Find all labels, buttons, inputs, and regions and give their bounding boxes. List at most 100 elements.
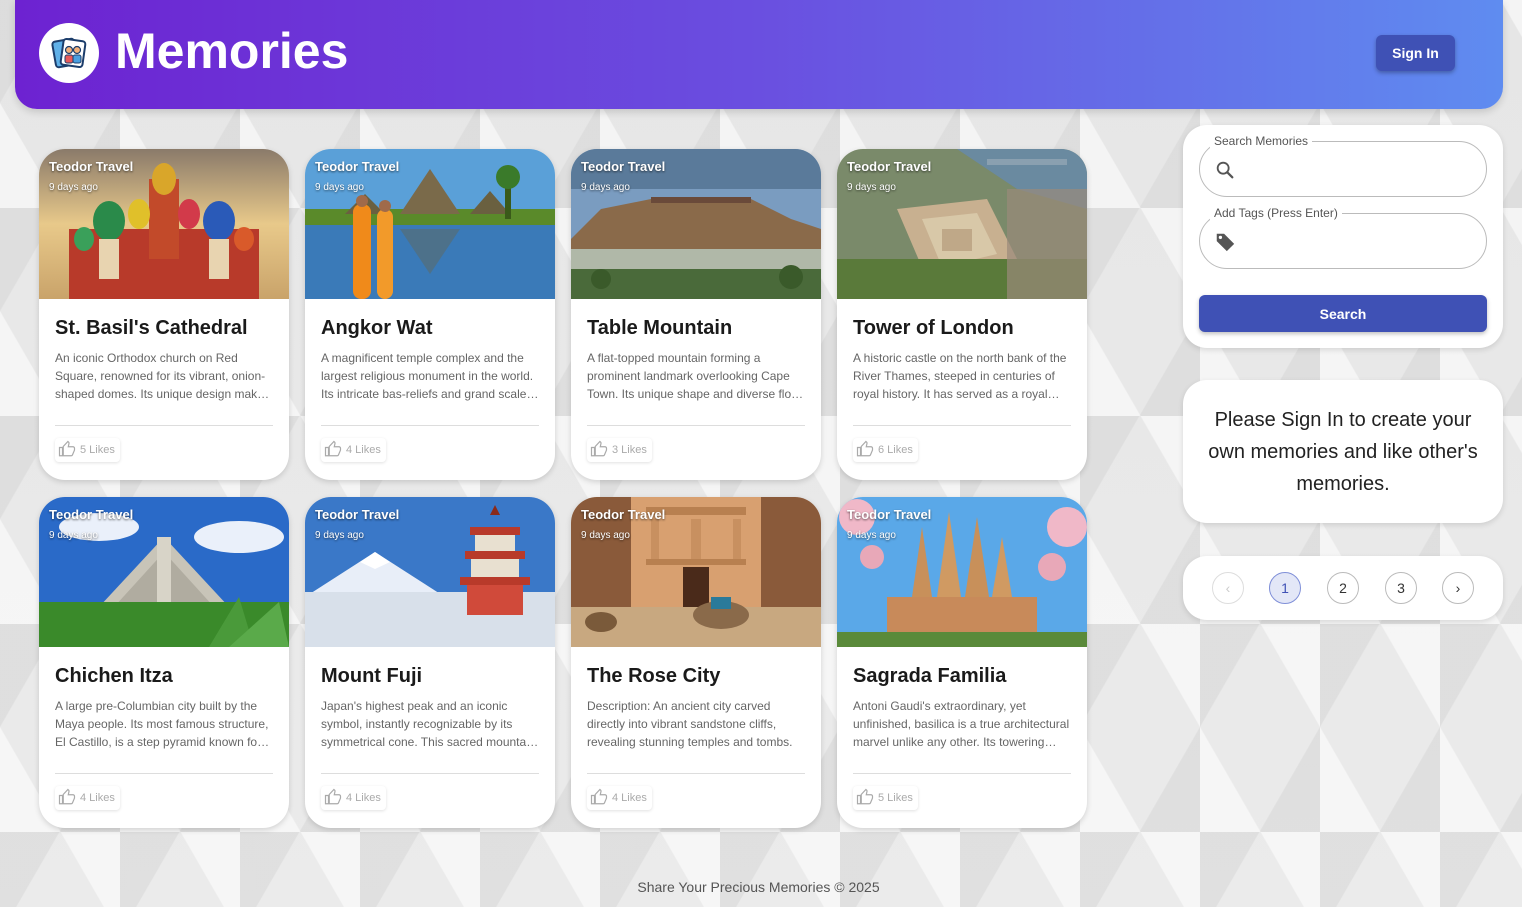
like-button[interactable]: 4 Likes — [321, 438, 386, 462]
divider — [853, 425, 1071, 426]
post-image: Teodor Travel 9 days ago — [39, 497, 289, 647]
like-button[interactable]: 3 Likes — [587, 438, 652, 462]
logo-icon — [39, 23, 99, 83]
brand-title[interactable]: Memories — [115, 22, 348, 80]
post-author: Teodor Travel — [581, 159, 666, 174]
post-time: 9 days ago — [581, 182, 630, 193]
post-description: A historic castle on the north bank of t… — [853, 351, 1067, 401]
post-card[interactable]: Teodor Travel 9 days ago Sagrada Familia… — [837, 497, 1087, 828]
post-time: 9 days ago — [49, 530, 98, 541]
search-label: Search Memories — [1210, 134, 1313, 148]
thumb-up-icon — [58, 788, 76, 809]
like-button[interactable]: 5 Likes — [55, 438, 120, 462]
post-card[interactable]: Teodor Travel 9 days ago Chichen Itza A … — [39, 497, 289, 828]
post-description: Antoni Gaudi's extraordinary, yet unfini… — [853, 699, 1070, 749]
divider — [853, 773, 1071, 774]
post-time: 9 days ago — [847, 530, 896, 541]
divider — [587, 773, 805, 774]
search-panel: Search Memories Add Tags (Press Enter) S… — [1183, 125, 1503, 348]
search-button[interactable]: Search — [1199, 295, 1487, 332]
post-time: 9 days ago — [581, 530, 630, 541]
like-count: 3 Likes — [612, 444, 647, 456]
signin-notice-panel: Please Sign In to create your own memori… — [1183, 380, 1503, 523]
post-card[interactable]: Teodor Travel 9 days ago The Rose City D… — [571, 497, 821, 828]
like-count: 4 Likes — [80, 792, 115, 804]
like-count: 4 Likes — [612, 792, 647, 804]
like-count: 6 Likes — [878, 444, 913, 456]
thumb-up-icon — [590, 788, 608, 809]
divider — [55, 425, 273, 426]
post-author: Teodor Travel — [49, 159, 134, 174]
post-title: St. Basil's Cathedral — [55, 317, 248, 339]
divider — [321, 773, 539, 774]
next-page-button[interactable]: › — [1442, 572, 1474, 604]
like-button[interactable]: 4 Likes — [587, 786, 652, 810]
divider — [321, 425, 539, 426]
page-button-3[interactable]: 3 — [1385, 572, 1417, 604]
post-card[interactable]: Teodor Travel 9 days ago St. Basil's Cat… — [39, 149, 289, 480]
divider — [587, 425, 805, 426]
post-description: Japan's highest peak and an iconic symbo… — [321, 699, 536, 749]
divider — [55, 773, 273, 774]
post-card[interactable]: Teodor Travel 9 days ago Angkor Wat A ma… — [305, 149, 555, 480]
like-button[interactable]: 4 Likes — [321, 786, 386, 810]
like-button[interactable]: 6 Likes — [853, 438, 918, 462]
thumb-up-icon — [324, 788, 342, 809]
post-time: 9 days ago — [49, 182, 98, 193]
post-time: 9 days ago — [315, 182, 364, 193]
post-description: An iconic Orthodox church on Red Square,… — [55, 351, 270, 401]
thumb-up-icon — [590, 440, 608, 461]
post-image: Teodor Travel 9 days ago — [39, 149, 289, 299]
like-button[interactable]: 4 Likes — [55, 786, 120, 810]
app-header: Memories Sign In — [15, 0, 1503, 109]
page-button-2[interactable]: 2 — [1327, 572, 1359, 604]
post-image: Teodor Travel 9 days ago — [571, 497, 821, 647]
post-card[interactable]: Teodor Travel 9 days ago Tower of London… — [837, 149, 1087, 480]
tag-icon — [1214, 231, 1236, 258]
prev-page-button[interactable]: ‹ — [1212, 572, 1244, 604]
post-author: Teodor Travel — [847, 507, 932, 522]
post-author: Teodor Travel — [315, 159, 400, 174]
post-image: Teodor Travel 9 days ago — [305, 149, 555, 299]
like-count: 4 Likes — [346, 444, 381, 456]
search-field[interactable]: Search Memories — [1199, 134, 1487, 197]
post-title: Chichen Itza — [55, 665, 173, 687]
post-title: Angkor Wat — [321, 317, 433, 339]
footer-text: Share Your Precious Memories © 2025 — [637, 879, 880, 895]
page-button-1[interactable]: 1 — [1269, 572, 1301, 604]
like-count: 5 Likes — [878, 792, 913, 804]
post-image: Teodor Travel 9 days ago — [305, 497, 555, 647]
signin-notice: Please Sign In to create your own memori… — [1208, 409, 1478, 495]
post-description: A magnificent temple complex and the lar… — [321, 351, 534, 401]
post-image: Teodor Travel 9 days ago — [837, 149, 1087, 299]
like-count: 4 Likes — [346, 792, 381, 804]
post-author: Teodor Travel — [49, 507, 134, 522]
post-author: Teodor Travel — [581, 507, 666, 522]
sign-in-button[interactable]: Sign In — [1376, 35, 1455, 71]
search-icon — [1214, 159, 1236, 186]
post-title: Mount Fuji — [321, 665, 423, 687]
pagination: ‹ 1 2 3 › — [1183, 556, 1503, 620]
post-author: Teodor Travel — [315, 507, 400, 522]
post-description: A large pre-Columbian city built by the … — [55, 699, 269, 749]
post-title: Table Mountain — [587, 317, 733, 339]
post-description: A flat-topped mountain forming a promine… — [587, 351, 802, 401]
tags-label: Add Tags (Press Enter) — [1210, 206, 1342, 220]
post-description: Description: An ancient city carved dire… — [587, 699, 793, 749]
thumb-up-icon — [856, 788, 874, 809]
thumb-up-icon — [856, 440, 874, 461]
like-button[interactable]: 5 Likes — [853, 786, 918, 810]
post-title: The Rose City — [587, 665, 721, 687]
post-time: 9 days ago — [315, 530, 364, 541]
post-image: Teodor Travel 9 days ago — [571, 149, 821, 299]
tags-field[interactable]: Add Tags (Press Enter) — [1199, 206, 1487, 269]
thumb-up-icon — [324, 440, 342, 461]
post-card[interactable]: Teodor Travel 9 days ago Table Mountain … — [571, 149, 821, 480]
post-image: Teodor Travel 9 days ago — [837, 497, 1087, 647]
post-card[interactable]: Teodor Travel 9 days ago Mount Fuji Japa… — [305, 497, 555, 828]
thumb-up-icon — [58, 440, 76, 461]
post-time: 9 days ago — [847, 182, 896, 193]
post-title: Sagrada Familia — [853, 665, 1007, 687]
post-author: Teodor Travel — [847, 159, 932, 174]
like-count: 5 Likes — [80, 444, 115, 456]
